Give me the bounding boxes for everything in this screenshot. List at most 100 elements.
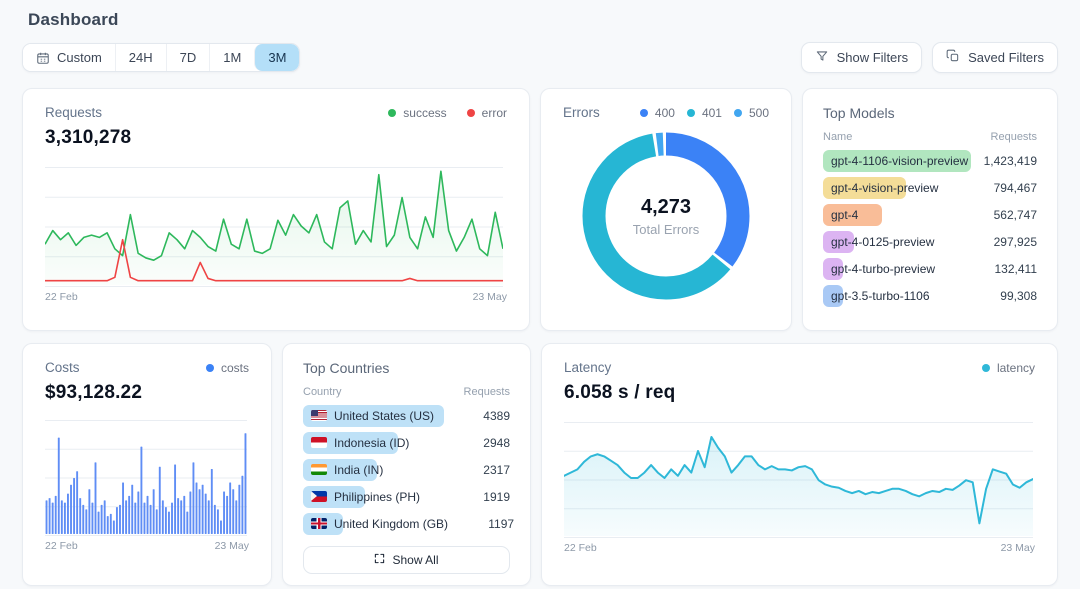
page-title: Dashboard (28, 10, 1058, 30)
row-label: Indonesia (ID) (334, 436, 409, 450)
top-models-title: Top Models (823, 105, 1037, 121)
show-filters-label: Show Filters (837, 50, 909, 65)
costs-card: Costs costs $93,128.22 22 Feb 23 May (22, 343, 272, 586)
x-axis-start-label: 22 Feb (45, 540, 78, 552)
row-name: gpt-4-vision-preview (823, 181, 938, 195)
legend-label: error (482, 106, 507, 120)
model-row: gpt-4-0125-preview297,925 (823, 228, 1037, 255)
requests-x-axis: 22 Feb 23 May (45, 291, 507, 303)
x-axis-end-label: 23 May (1001, 542, 1035, 554)
toolbar: Custom 24H 7D 1M 3M Show Filters Saved Filte… (22, 42, 1058, 73)
time-range-3m-selected[interactable]: 3M (254, 44, 299, 71)
time-range-7d[interactable]: 7D (166, 44, 210, 71)
time-range-1m[interactable]: 1M (209, 44, 254, 71)
top-countries-columns: Country Requests (303, 386, 510, 398)
row-requests-value: 132,411 (979, 262, 1037, 276)
row-requests-value: 794,467 (979, 181, 1037, 195)
legend-label: latency (997, 361, 1035, 375)
row-label: gpt-4-vision-preview (831, 181, 938, 195)
saved-filters-button[interactable]: Saved Filters (932, 42, 1058, 73)
flag-us-icon (311, 410, 327, 421)
x-axis-start-label: 22 Feb (564, 542, 597, 554)
row-label: India (IN) (334, 463, 383, 477)
time-range-selector: Custom 24H 7D 1M 3M (22, 43, 300, 72)
row-label: gpt-3.5-turbo-1106 (831, 289, 930, 303)
legend-dot-icon (467, 109, 475, 117)
row-requests-value: 1,423,419 (979, 154, 1037, 168)
legend-label: costs (221, 361, 249, 375)
errors-donut-chart: 4,273 Total Errors (581, 130, 751, 302)
model-row: gpt-4-turbo-preview 132,411 (823, 255, 1037, 282)
copy-icon (946, 49, 960, 66)
row-label: United Kingdom (GB) (334, 517, 448, 531)
row-name: Indonesia (ID) (303, 436, 409, 450)
time-range-24h[interactable]: 24H (115, 44, 166, 71)
requests-total-value: 3,310,278 (45, 127, 507, 149)
flag-ph-icon (311, 491, 327, 502)
time-range-label: Custom (57, 50, 102, 65)
legend-dot-icon (687, 109, 695, 117)
total-errors-value: 4,273 (641, 196, 691, 219)
legend-item-latency: latency (982, 361, 1035, 375)
requests-card-title: Requests (45, 105, 102, 120)
x-axis-end-label: 23 May (215, 540, 249, 552)
model-row: gpt-3.5-turbo-1106 99,308 (823, 282, 1037, 309)
legend-label: 400 (655, 106, 675, 120)
top-models-card: Top Models Name Requests gpt-4-1106-visi… (802, 88, 1058, 331)
latency-legend: latency (982, 361, 1035, 375)
row-requests-value: 2948 (452, 436, 510, 450)
row-name: Philippines (PH) (303, 490, 420, 504)
time-range-label: 3M (268, 50, 286, 65)
requests-card: Requests success error 3,310,278 22 Feb 2… (22, 88, 530, 331)
row-name: India (IN) (303, 463, 383, 477)
model-row: gpt-4562,747 (823, 201, 1037, 228)
legend-dot-icon (640, 109, 648, 117)
country-row: Philippines (PH) 1919 (303, 483, 510, 510)
legend-item-error: error (467, 106, 507, 120)
row-name: United States (US) (303, 409, 434, 423)
total-errors-label: Total Errors (633, 222, 699, 237)
row-label: United States (US) (334, 409, 434, 423)
model-row: gpt-4-vision-preview 794,467 (823, 174, 1037, 201)
toolbar-filters: Show Filters Saved Filters (801, 42, 1058, 73)
show-all-button[interactable]: Show All (303, 546, 510, 574)
show-filters-button[interactable]: Show Filters (801, 42, 923, 73)
x-axis-end-label: 23 May (473, 291, 507, 303)
calendar-icon (36, 51, 50, 65)
x-axis-start-label: 22 Feb (45, 291, 78, 303)
expand-icon (374, 553, 385, 567)
requests-chart (45, 167, 507, 287)
row-label: gpt-4-turbo-preview (831, 262, 935, 276)
latency-value: 6.058 s / req (564, 382, 1035, 404)
time-range-custom[interactable]: Custom (23, 44, 115, 71)
row-name: gpt-4 (823, 208, 858, 222)
country-row: United States (US) 4389 (303, 402, 510, 429)
row-requests-value: 1919 (452, 490, 510, 504)
row-requests-value: 99,308 (979, 289, 1037, 303)
legend-item-401: 401 (687, 106, 722, 120)
row-requests-value: 4389 (452, 409, 510, 423)
top-countries-list: United States (US) 4389 Indonesia (ID) 2948… (303, 402, 510, 537)
costs-x-axis: 22 Feb 23 May (45, 540, 249, 552)
dashboard-page: Dashboard Custom 24H 7D 1M 3M Show Filters S… (0, 0, 1080, 586)
row-name: gpt-4-1106-vision-preview (823, 154, 968, 168)
model-row: gpt-4-1106-vision-preview 1,423,419 (823, 147, 1037, 174)
time-range-label: 7D (180, 50, 197, 65)
top-models-list: gpt-4-1106-vision-preview1,423,419gpt-4-… (823, 147, 1037, 309)
column-header-requests: Requests (464, 386, 510, 398)
legend-item-success: success (388, 106, 446, 120)
top-models-columns: Name Requests (823, 131, 1037, 143)
row-requests-value: 1197 (456, 517, 514, 531)
costs-legend: costs (206, 361, 249, 375)
errors-card: Errors 400401500 4,273 Total Errors (540, 88, 792, 331)
funnel-icon (815, 49, 829, 66)
top-countries-card: Top Countries Country Requests United St… (282, 343, 531, 586)
flag-gb-icon (311, 518, 327, 529)
latency-card: Latency latency 6.058 s / req 22 Feb 23 … (541, 343, 1058, 586)
legend-dot-icon (734, 109, 742, 117)
requests-line-chart (45, 167, 503, 287)
costs-card-title: Costs (45, 360, 80, 375)
row-label: gpt-4-0125-preview (831, 235, 934, 249)
time-range-label: 24H (129, 50, 153, 65)
costs-chart (45, 420, 249, 536)
